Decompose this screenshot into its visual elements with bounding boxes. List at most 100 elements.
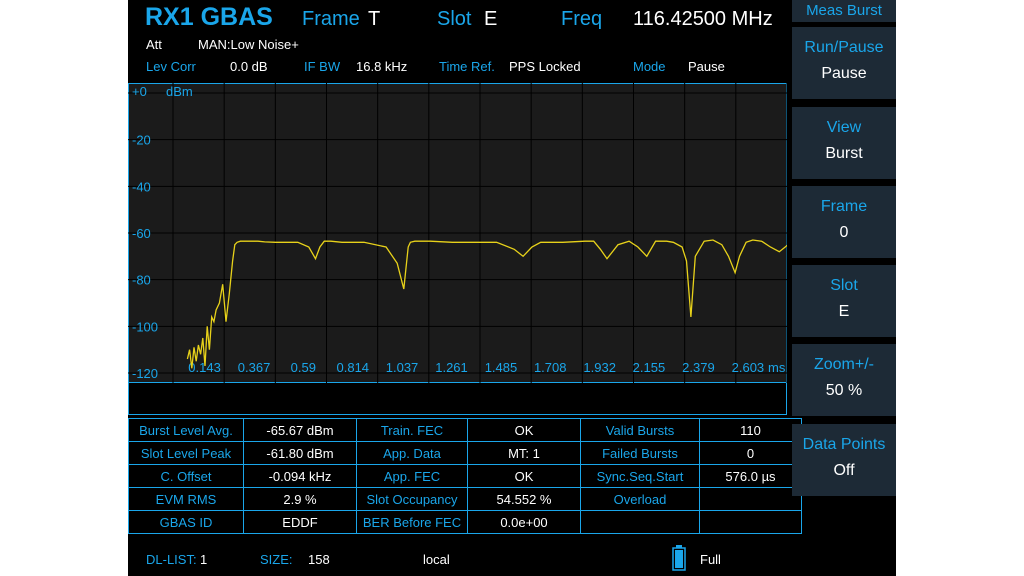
x-tick-label: 0.59 bbox=[291, 360, 316, 375]
table-value-cell: -65.67 dBm bbox=[243, 418, 357, 442]
battery-icon bbox=[672, 545, 686, 571]
table-row: C. Offset -0.094 kHz App. FEC OK Sync.Seq.St… bbox=[128, 464, 802, 488]
y-tick-label: +0 bbox=[132, 84, 147, 99]
size-label: SIZE: bbox=[260, 552, 293, 567]
if-bw-label: IF BW bbox=[304, 59, 341, 74]
table-row: EVM RMS 2.9 % Slot Occupancy 54.552 % Overlo… bbox=[128, 487, 802, 511]
time-ref-label: Time Ref. bbox=[439, 59, 495, 74]
table-label-cell: Failed Bursts bbox=[580, 441, 700, 465]
zoom-softkey[interactable]: Zoom+/- 50 % bbox=[792, 344, 896, 416]
battery-status: Full bbox=[700, 552, 721, 567]
dl-list-value: 1 bbox=[200, 552, 208, 567]
run-pause-softkey[interactable]: Run/Pause Pause bbox=[792, 27, 896, 99]
table-label-cell: Sync.Seq.Start bbox=[580, 464, 700, 488]
table-label-cell: C. Offset bbox=[128, 464, 244, 488]
table-value-cell: 54.552 % bbox=[467, 487, 581, 511]
table-label-cell: Overload bbox=[580, 487, 700, 511]
softkey-menu-title: Meas Burst bbox=[792, 0, 896, 22]
softkey-title: Zoom+/- bbox=[813, 356, 874, 373]
softkey-value: E bbox=[838, 303, 850, 320]
table-row: Burst Level Avg. -65.67 dBm Train. FEC OK Va… bbox=[128, 418, 802, 442]
slot-label: Slot bbox=[437, 8, 472, 30]
x-tick-label: 0.367 bbox=[238, 360, 271, 375]
softkey-value: 0 bbox=[839, 224, 849, 241]
x-tick-label: 2.155 bbox=[633, 360, 666, 375]
att-label: Att bbox=[146, 37, 162, 52]
x-tick-label: 1.708 bbox=[534, 360, 567, 375]
softkey-value: 50 % bbox=[825, 382, 863, 399]
x-tick-label: 1.932 bbox=[583, 360, 616, 375]
softkey-value: Off bbox=[833, 462, 855, 479]
size-value: 158 bbox=[308, 552, 330, 567]
table-label-cell: Slot Level Peak bbox=[128, 441, 244, 465]
plot-grid bbox=[128, 83, 787, 383]
x-axis-unit: ms bbox=[768, 360, 786, 375]
lev-corr-label: Lev Corr bbox=[146, 59, 196, 74]
table-value-cell bbox=[699, 487, 802, 511]
time-ref-value: PPS Locked bbox=[509, 59, 581, 74]
att-value: MAN:Low Noise+ bbox=[198, 37, 299, 52]
mode-value: Pause bbox=[688, 59, 725, 74]
table-value-cell: MT: 1 bbox=[467, 441, 581, 465]
y-tick-label: -60 bbox=[132, 226, 151, 241]
data-points-softkey[interactable]: Data Points Off bbox=[792, 424, 896, 496]
y-tick-label: -120 bbox=[132, 366, 158, 381]
view-softkey[interactable]: View Burst bbox=[792, 107, 896, 179]
table-value-cell: OK bbox=[467, 464, 581, 488]
table-value-cell: 0 bbox=[699, 441, 802, 465]
x-tick-label: 1.261 bbox=[435, 360, 468, 375]
softkey-value: Burst bbox=[825, 145, 863, 162]
x-tick-label: 0.814 bbox=[337, 360, 370, 375]
burst-trace bbox=[186, 239, 787, 369]
softkey-value: Pause bbox=[821, 65, 867, 82]
table-value-cell: -61.80 dBm bbox=[243, 441, 357, 465]
table-value-cell bbox=[699, 510, 802, 534]
table-label-cell: BER Before FEC bbox=[356, 510, 468, 534]
softkey-title: Frame bbox=[820, 198, 868, 215]
table-label-cell: Valid Bursts bbox=[580, 418, 700, 442]
table-row: Slot Level Peak -61.80 dBm App. Data MT: 1F… bbox=[128, 441, 802, 465]
table-value-cell: 0.0e+00 bbox=[467, 510, 581, 534]
measurement-title: RX1 GBAS bbox=[145, 3, 273, 31]
table-value-cell: OK bbox=[467, 418, 581, 442]
softkey-title: Data Points bbox=[802, 436, 886, 453]
table-value-cell: -0.094 kHz bbox=[243, 464, 357, 488]
x-tick-label: 2.603 bbox=[732, 360, 765, 375]
frame-value: T bbox=[368, 8, 381, 30]
y-tick-label: -20 bbox=[132, 133, 151, 148]
lev-corr-value: 0.0 dB bbox=[230, 59, 268, 74]
x-tick-label: 2.379 bbox=[682, 360, 715, 375]
info-bar bbox=[128, 383, 787, 415]
if-bw-value: 16.8 kHz bbox=[356, 59, 408, 74]
y-axis-unit: dBm bbox=[166, 84, 193, 99]
table-label-cell bbox=[580, 510, 700, 534]
softkey-title: Run/Pause bbox=[804, 39, 884, 56]
burst-plot: +0-20-40-60-80-100-120 0.143 0.367 0.59 0.8… bbox=[128, 83, 787, 383]
table-value-cell: 576.0 µs bbox=[699, 464, 802, 488]
table-label-cell: App. Data bbox=[356, 441, 468, 465]
softkey-title: Slot bbox=[830, 277, 858, 294]
y-tick-label: -100 bbox=[132, 319, 158, 334]
freq-value: 116.42500 MHz bbox=[633, 8, 773, 30]
table-label-cell: GBAS ID bbox=[128, 510, 244, 534]
location-label: local bbox=[423, 552, 450, 567]
x-tick-label: 1.485 bbox=[485, 360, 518, 375]
table-value-cell: 2.9 % bbox=[243, 487, 357, 511]
results-table: Burst Level Avg. -65.67 dBm Train. FEC OK Va… bbox=[128, 418, 802, 534]
instrument-screen: RX1 GBAS Frame T Slot E Freq 116.42500 M… bbox=[128, 0, 896, 576]
frame-label: Frame bbox=[302, 8, 360, 30]
slot-value: E bbox=[484, 8, 498, 30]
mode-label: Mode bbox=[633, 59, 666, 74]
x-tick-label: 1.037 bbox=[386, 360, 419, 375]
freq-label: Freq bbox=[561, 8, 603, 30]
table-label-cell: Slot Occupancy bbox=[356, 487, 468, 511]
table-value-cell: 110 bbox=[699, 418, 802, 442]
dl-list-label: DL-LIST: bbox=[146, 552, 197, 567]
table-label-cell: App. FEC bbox=[356, 464, 468, 488]
slot-softkey[interactable]: Slot E bbox=[792, 265, 896, 337]
y-tick-label: -80 bbox=[132, 273, 151, 288]
frame-softkey[interactable]: Frame 0 bbox=[792, 186, 896, 258]
table-row: GBAS ID EDDF BER Before FEC 0.0e+00 bbox=[128, 510, 802, 534]
table-label-cell: Train. FEC bbox=[356, 418, 468, 442]
y-tick-label: -40 bbox=[132, 179, 151, 194]
